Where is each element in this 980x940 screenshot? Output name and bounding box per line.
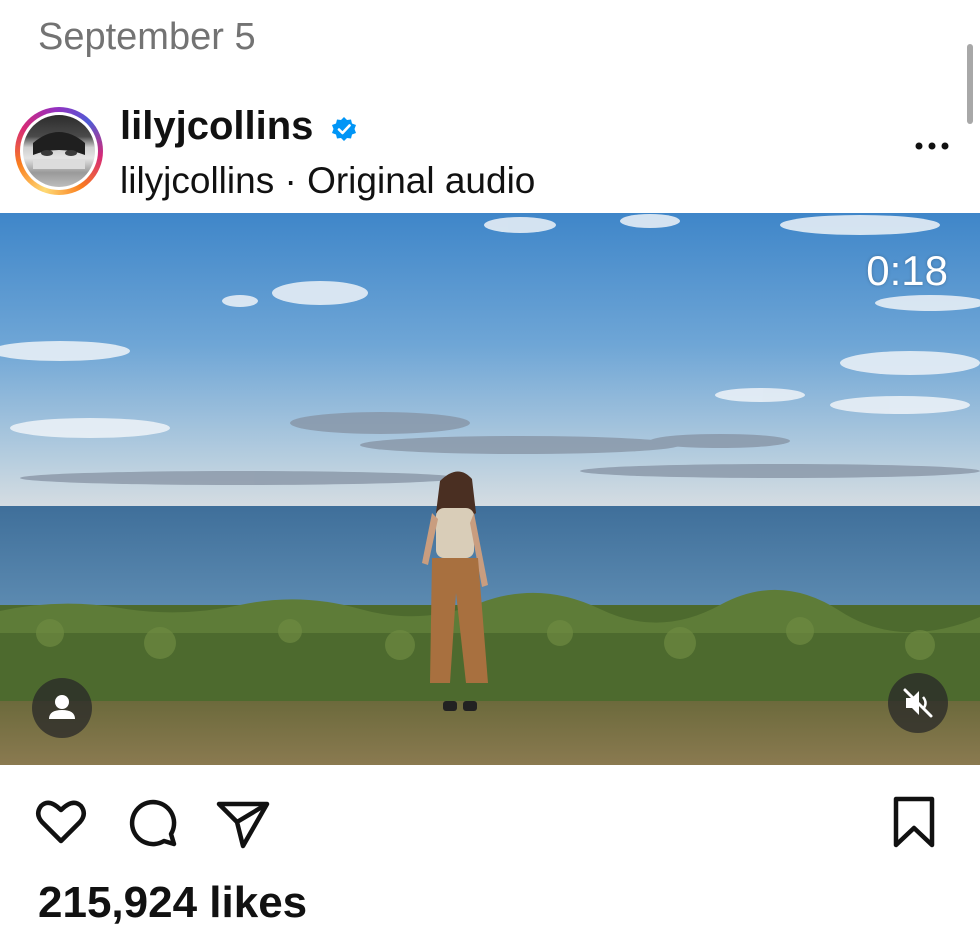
verified-badge-icon [332,117,356,141]
video-player[interactable]: 0:18 [0,213,980,765]
more-options-icon[interactable] [914,140,950,152]
video-timer: 0:18 [866,247,948,294]
post-header: lilyjcollins lilyjcollins · Original aud… [0,100,980,212]
avatar-photo [20,112,98,190]
video-frame [0,213,980,765]
tagged-people-button[interactable] [32,678,92,738]
avatar-image [23,115,95,187]
audio-line[interactable]: lilyjcollins · Original audio [120,160,535,202]
heart-icon[interactable] [33,794,89,850]
comment-icon[interactable] [124,794,180,850]
share-icon[interactable] [215,794,271,850]
username[interactable]: lilyjcollins [120,104,313,149]
bookmark-icon[interactable] [886,794,942,850]
post-date: September 5 [38,16,256,58]
likes-count[interactable]: 215,924 likes [38,878,307,928]
avatar[interactable] [15,107,103,195]
mute-button[interactable] [888,673,948,733]
muted-speaker-icon [903,688,933,718]
action-bar [0,780,980,860]
tagged-people-icon [49,695,75,719]
avatar-face [33,132,85,169]
